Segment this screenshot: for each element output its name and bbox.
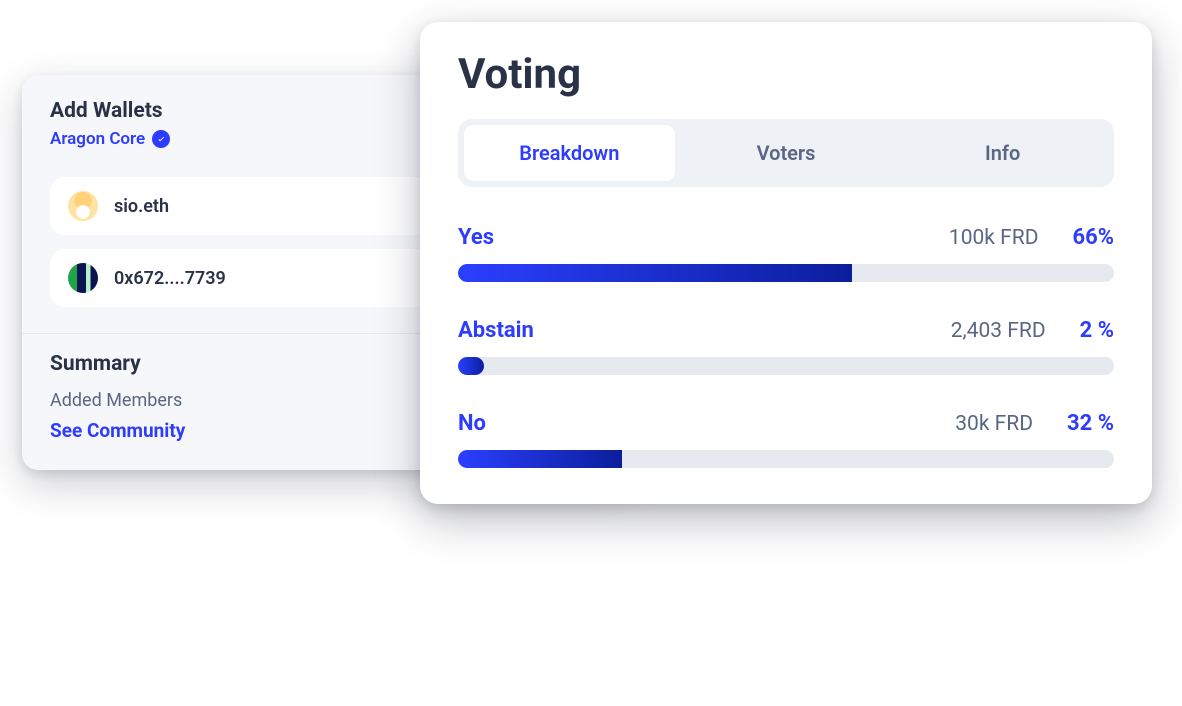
voting-card: Voting Breakdown Voters Info Yes 100k FR…: [420, 22, 1152, 504]
tab-voters[interactable]: Voters: [681, 125, 892, 181]
progress-fill: [458, 357, 484, 375]
avatar: [68, 263, 98, 293]
vote-percent: 66%: [1072, 225, 1114, 250]
vote-label: Yes: [458, 225, 949, 250]
vote-label: No: [458, 411, 955, 436]
progress-bar: [458, 264, 1114, 282]
progress-bar: [458, 450, 1114, 468]
vote-row-yes: Yes 100k FRD 66%: [458, 225, 1114, 282]
progress-fill: [458, 450, 622, 468]
vote-amount: 30k FRD: [955, 412, 1033, 436]
vote-percent: 2 %: [1080, 318, 1114, 343]
tab-breakdown[interactable]: Breakdown: [464, 125, 675, 181]
avatar: [68, 191, 98, 221]
progress-fill: [458, 264, 852, 282]
vote-amount: 2,403 FRD: [951, 319, 1046, 343]
vote-label: Abstain: [458, 318, 951, 343]
vote-row-no: No 30k FRD 32 %: [458, 411, 1114, 468]
vote-amount: 100k FRD: [949, 226, 1039, 250]
voting-tabs: Breakdown Voters Info: [458, 119, 1114, 187]
voting-title: Voting: [458, 50, 1114, 99]
tab-info[interactable]: Info: [897, 125, 1108, 181]
vote-percent: 32 %: [1067, 411, 1114, 436]
progress-bar: [458, 357, 1114, 375]
verified-badge-icon: [152, 130, 170, 148]
org-name: Aragon Core: [50, 129, 145, 149]
vote-row-abstain: Abstain 2,403 FRD 2 %: [458, 318, 1114, 375]
